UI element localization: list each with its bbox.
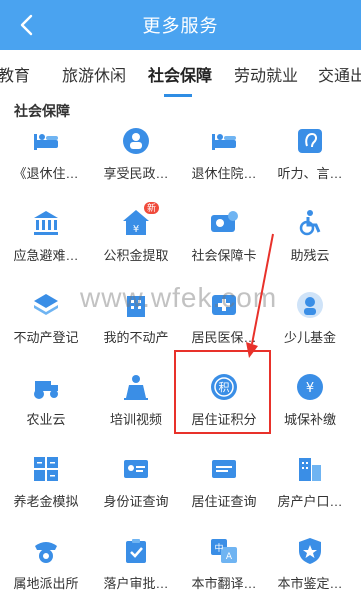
service-item[interactable]: 培训视频 bbox=[94, 368, 178, 448]
tab-employment[interactable]: 劳动就业 bbox=[234, 62, 298, 86]
calculator-icon bbox=[34, 457, 58, 481]
clipboard-check-icon bbox=[126, 539, 146, 563]
shield-star-icon bbox=[299, 538, 321, 564]
service-item[interactable]: 退休住院… bbox=[182, 122, 266, 202]
police-icon bbox=[35, 542, 57, 563]
service-item[interactable]: 应急避难… bbox=[4, 204, 88, 284]
apartment-icon bbox=[299, 458, 321, 481]
service-item[interactable]: 中A 本市翻译… bbox=[182, 532, 266, 596]
bank-icon bbox=[34, 211, 58, 235]
service-item[interactable]: 《退休住… bbox=[4, 122, 88, 202]
service-item[interactable]: 农业云 bbox=[4, 368, 88, 448]
back-arrow-icon[interactable] bbox=[14, 11, 42, 39]
tab-social-security[interactable]: 社会保障 bbox=[148, 62, 212, 86]
service-item[interactable]: 属地派出所 bbox=[4, 532, 88, 596]
teacher-icon bbox=[124, 375, 148, 400]
service-item[interactable]: 房产户口… bbox=[268, 450, 352, 530]
hospital-bed-icon bbox=[212, 134, 236, 150]
tab-education[interactable]: 教育 bbox=[0, 62, 30, 86]
service-item[interactable]: 不动产登记 bbox=[4, 286, 88, 366]
top-bar: 更多服务 bbox=[0, 0, 361, 50]
child-icon bbox=[297, 292, 323, 318]
people-icon bbox=[123, 128, 149, 154]
service-item[interactable]: 落户审批… bbox=[94, 532, 178, 596]
service-item[interactable]: 养老金模拟 bbox=[4, 450, 88, 530]
page-title: 更多服务 bbox=[142, 16, 219, 36]
ear-icon bbox=[298, 129, 322, 153]
highlight-box bbox=[174, 350, 271, 434]
translate-icon: 中A bbox=[211, 539, 237, 563]
new-badge: 新 bbox=[144, 202, 160, 214]
svg-text:¥: ¥ bbox=[133, 224, 139, 235]
section-title: 社会保障 bbox=[14, 103, 70, 119]
service-item[interactable]: ¥ 城保补缴 bbox=[268, 368, 352, 448]
id-card-icon bbox=[124, 460, 148, 478]
tab-travel[interactable]: 旅游休闲 bbox=[62, 62, 126, 86]
tractor-icon bbox=[34, 381, 58, 399]
svg-text:A: A bbox=[226, 552, 233, 562]
bed-icon bbox=[34, 134, 58, 150]
active-tab-indicator bbox=[164, 94, 192, 97]
yen-circle-icon: ¥ bbox=[297, 374, 323, 400]
svg-text:¥: ¥ bbox=[306, 381, 314, 396]
service-item[interactable]: 本市鉴定… bbox=[268, 532, 352, 596]
category-tabs: 教育 旅游休闲 社会保障 劳动就业 交通出 bbox=[0, 50, 361, 96]
service-item[interactable]: 助残云 bbox=[268, 204, 352, 284]
service-item[interactable]: 身份证查询 bbox=[94, 450, 178, 530]
wheelchair-icon bbox=[299, 210, 321, 236]
svg-text:中: 中 bbox=[214, 542, 223, 554]
service-item[interactable]: 少儿基金 bbox=[268, 286, 352, 366]
card-icon bbox=[211, 211, 238, 232]
residence-card-icon bbox=[212, 460, 236, 478]
annotation-arrow-icon bbox=[246, 233, 274, 358]
layers-icon bbox=[34, 294, 58, 315]
service-item[interactable]: 居住证查询 bbox=[182, 450, 266, 530]
tab-transport[interactable]: 交通出 bbox=[318, 62, 361, 86]
service-item[interactable]: 听力、言… bbox=[268, 122, 352, 202]
service-item[interactable]: 享受民政… bbox=[94, 122, 178, 202]
service-item[interactable]: ¥ 新 公积金提取 bbox=[94, 202, 178, 284]
